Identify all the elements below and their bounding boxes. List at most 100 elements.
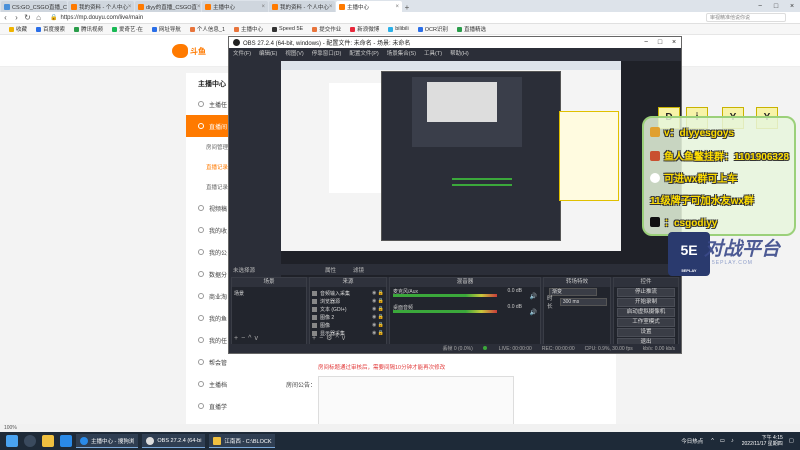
start-icon[interactable] (6, 435, 18, 447)
douyu-logo[interactable]: 斗鱼 (172, 42, 214, 60)
maximize-icon[interactable]: □ (653, 39, 667, 46)
start-recording-button[interactable]: 开始录制 (617, 298, 675, 307)
tab-close-icon[interactable]: × (261, 4, 265, 10)
forward-icon[interactable]: › (11, 13, 22, 22)
browser-tab-active[interactable]: 主播中心 × (336, 1, 402, 12)
browser-icon (80, 436, 88, 445)
source-item[interactable]: 音频输入采集 ◉ 🔒 (312, 289, 384, 297)
volume-icon[interactable]: ♪ (731, 438, 734, 444)
bookmark[interactable]: 个人信息_1 (189, 25, 225, 33)
taskbar-app-label: OBS 27.2.4 (64-bi (157, 437, 202, 444)
news-widget[interactable]: 今日热点 (681, 437, 703, 445)
bookmark[interactable]: 新浪微博 (350, 25, 379, 33)
visibility-lock-icon[interactable]: ◉ 🔒 (372, 306, 384, 312)
bookmark-icon (388, 26, 394, 32)
menu-docks[interactable]: 停靠窗口(D) (312, 49, 342, 57)
virtual-camera-button[interactable]: 启动虚拟摄像机 (617, 308, 675, 317)
speaker-icon[interactable]: 🔊 (530, 309, 537, 316)
source-label: 文本 (GDI+) (320, 306, 347, 313)
browser-tab[interactable]: 我的资料 - 个人中心 × (269, 1, 335, 12)
sidebar-item-icon (198, 381, 204, 387)
bookmark[interactable]: 收藏 (9, 25, 27, 33)
bookmark[interactable]: Speed 5E (272, 26, 303, 32)
visibility-lock-icon[interactable]: ◉ 🔒 (372, 330, 384, 336)
zoom-level[interactable]: 100% (4, 425, 17, 431)
bookmark[interactable]: OCR识别 (417, 25, 448, 33)
back-icon[interactable]: ‹ (0, 13, 11, 22)
visibility-lock-icon[interactable]: ◉ 🔒 (372, 322, 384, 328)
sidebar-item[interactable]: 直播学 (186, 395, 266, 417)
menu-profile[interactable]: 配置文件(P) (349, 49, 378, 57)
source-item[interactable]: 图像 ◉ 🔒 (312, 321, 384, 329)
bookmark[interactable]: 百度搜索 (36, 25, 65, 33)
maximize-icon[interactable]: □ (768, 3, 784, 10)
source-item[interactable]: 图像 2 ◉ 🔒 (312, 313, 384, 321)
sources-dock: 来源 音频输入采集 ◉ 🔒 浏览器源 ◉ 🔒 文本 (GDI+) ◉ 🔒 图像 2 ◉ 🔒 图像… (309, 277, 387, 345)
tab-label: diyy的直播_CSGO直 (146, 4, 198, 11)
system-clock[interactable]: 下午 4:15 2022/11/17 星期四 (742, 435, 783, 447)
tab-close-icon[interactable]: × (128, 4, 132, 10)
properties-button[interactable]: 属性 (325, 266, 336, 274)
sources-dock-buttons[interactable]: +−⚙^v (312, 334, 348, 342)
bookmark[interactable]: bilibili (388, 26, 409, 32)
studio-mode-button[interactable]: 工作室模式 (617, 318, 675, 327)
browser-icon[interactable] (60, 435, 72, 447)
close-icon[interactable]: × (784, 3, 800, 10)
volume-slider[interactable] (393, 310, 497, 313)
home-icon[interactable]: ⌂ (33, 13, 44, 22)
taskbar-app-obs[interactable]: OBS 27.2.4 (64-bi (142, 434, 206, 448)
stop-streaming-button[interactable]: 停止推流 (617, 288, 675, 297)
bookmark[interactable]: 腾讯视频 (74, 25, 103, 33)
source-item[interactable]: 浏览器源 ◉ 🔒 (312, 297, 384, 305)
bookmark[interactable]: 提交作业 (312, 25, 341, 33)
bookmark[interactable]: 直播精选 (456, 25, 486, 33)
notification-icon[interactable]: ▢ (789, 438, 794, 444)
scenes-dock-buttons[interactable]: +−^v (234, 335, 261, 342)
file-explorer-icon[interactable] (42, 435, 54, 447)
tray-expand-icon[interactable]: ^ (711, 438, 714, 444)
menu-view[interactable]: 视图(V) (285, 49, 303, 57)
menu-edit[interactable]: 编辑(E) (259, 49, 277, 57)
taskbar-app-browser[interactable]: 主播中心 - 搜狗浏 (76, 434, 139, 448)
menu-file[interactable]: 文件(F) (233, 49, 251, 57)
new-tab-button[interactable]: + (402, 3, 412, 12)
minimize-icon[interactable]: − (752, 3, 768, 10)
sidebar-item[interactable]: 帮会管 (186, 351, 266, 373)
tab-close-icon[interactable]: × (329, 4, 333, 10)
settings-button[interactable]: 设置 (617, 328, 675, 337)
browser-tab[interactable]: diyy的直播_CSGO直 × (135, 1, 201, 12)
browser-tab[interactable]: CS:GO_CSGO直播_CS× (1, 1, 67, 12)
bookmark[interactable]: 爱奇艺·在 (112, 25, 143, 33)
visibility-lock-icon[interactable]: ◉ 🔒 (372, 298, 384, 304)
bookmark[interactable]: 网址导航 (151, 25, 181, 33)
network-icon[interactable]: ▭ (720, 438, 725, 444)
browser-tab[interactable]: 主播中心 × (202, 1, 268, 12)
tab-close-icon[interactable]: × (395, 4, 399, 10)
duration-input[interactable]: 300 ms (559, 298, 607, 306)
bookmark[interactable]: 主播中心 (234, 25, 263, 33)
sidebar-item[interactable]: 主播档 (186, 373, 266, 395)
scene-item[interactable]: 场景 (234, 289, 304, 297)
url-field[interactable]: 🔒 https://mp.douyu.com/live/main (50, 13, 550, 22)
title-review-note: 房间标题通过审核后，需要间隔10分钟才能再次修改 (318, 365, 446, 371)
taskbar-app-explorer[interactable]: 江南西 - C:\BLOCK (209, 434, 276, 448)
tab-close-icon[interactable]: × (197, 4, 201, 10)
obs-preview[interactable] (281, 61, 681, 277)
volume-slider[interactable] (393, 294, 497, 297)
menu-scene-collection[interactable]: 场景集合(S) (387, 49, 416, 57)
refresh-icon[interactable]: ↻ (22, 13, 33, 22)
minimize-icon[interactable]: − (639, 39, 653, 46)
overlay-line-text: v：diyyesgoys (664, 128, 735, 139)
fish-logo-icon (172, 44, 188, 58)
visibility-lock-icon[interactable]: ◉ 🔒 (372, 290, 384, 296)
menu-help[interactable]: 帮助(H) (450, 49, 469, 57)
visibility-lock-icon[interactable]: ◉ 🔒 (372, 314, 384, 320)
search-icon[interactable] (24, 435, 36, 447)
close-icon[interactable]: × (667, 39, 681, 46)
filters-button[interactable]: 滤镜 (353, 266, 364, 274)
browser-search-input[interactable]: 审视精准他说你说 (706, 13, 786, 22)
browser-tab[interactable]: 我的资料 - 个人中心 × (68, 1, 134, 12)
source-item[interactable]: 文本 (GDI+) ◉ 🔒 (312, 305, 384, 313)
menu-tools[interactable]: 工具(T) (424, 49, 442, 57)
speaker-icon[interactable]: 🔊 (530, 293, 537, 300)
